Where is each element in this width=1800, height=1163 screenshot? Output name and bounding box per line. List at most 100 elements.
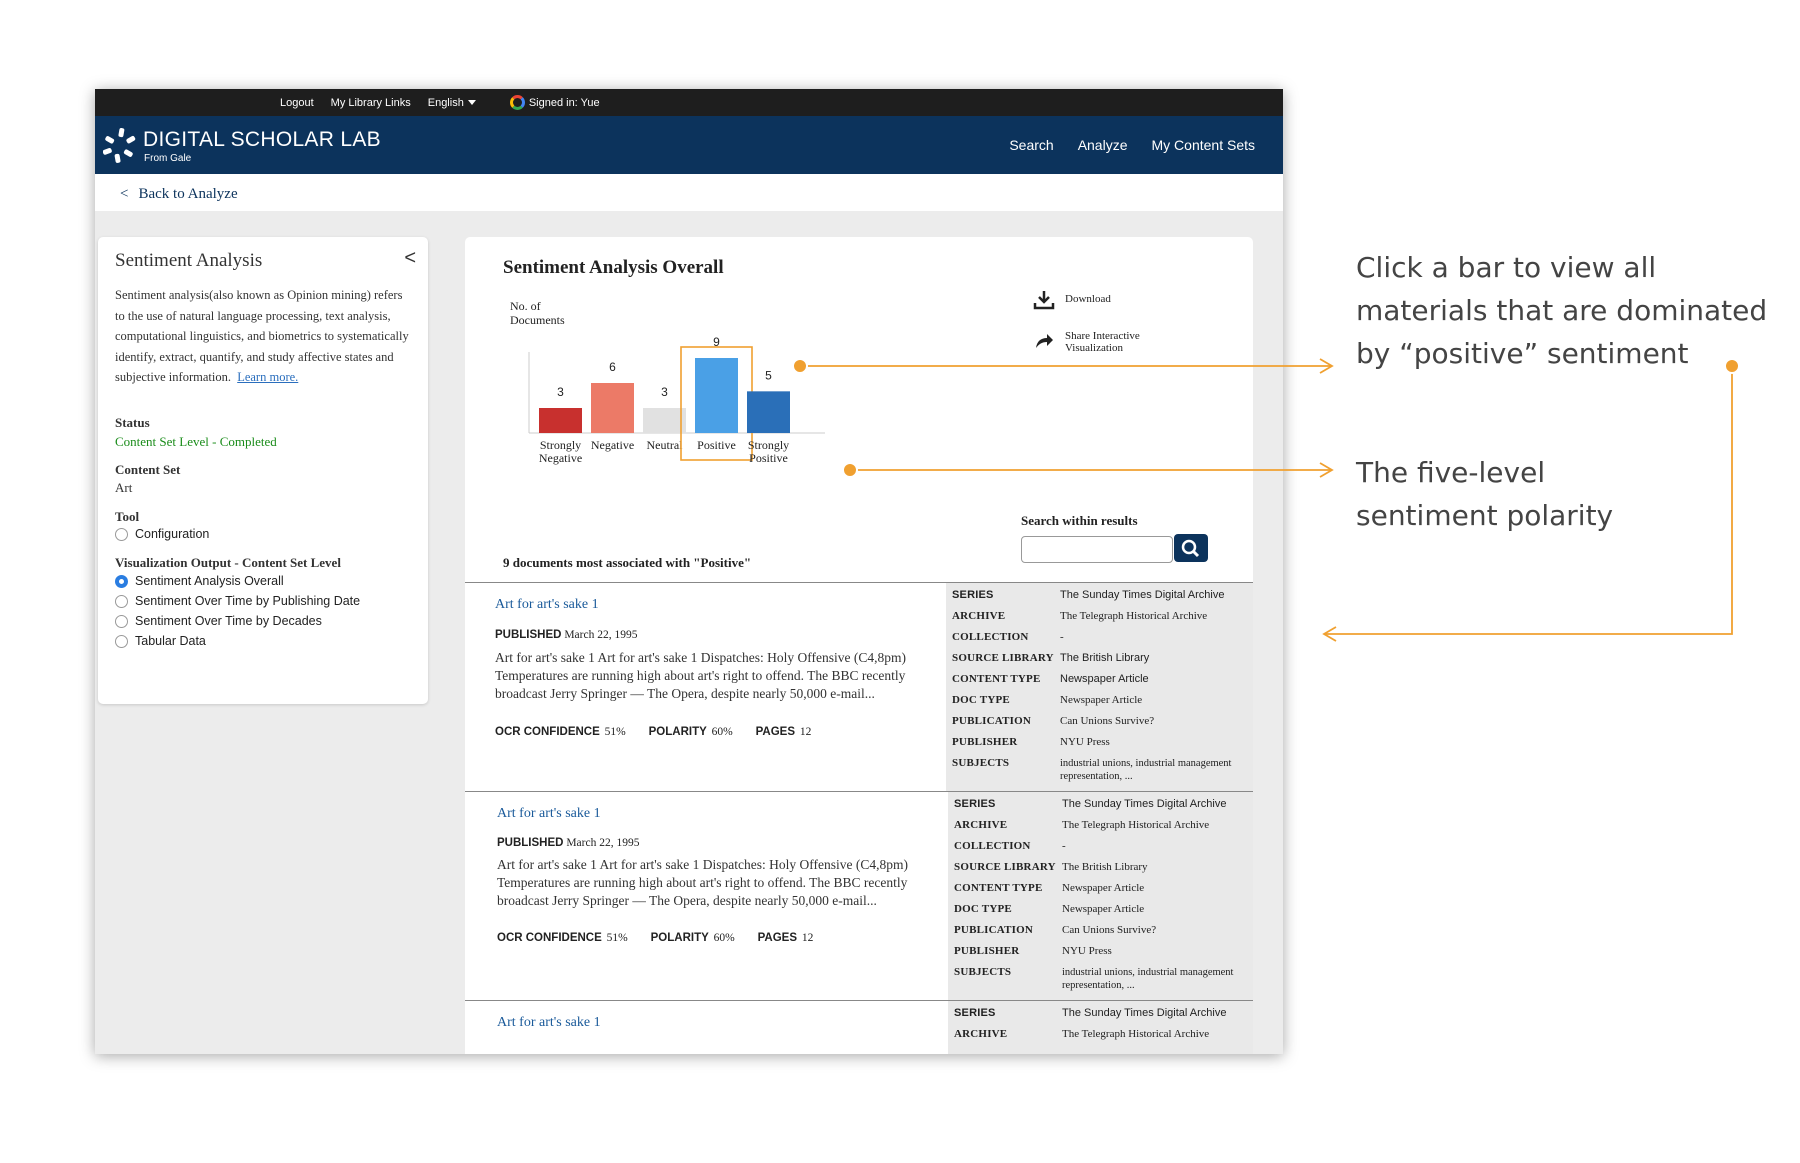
annotation-line: Click a bar to view all xyxy=(1356,251,1657,284)
radio-over-time-decades[interactable]: Sentiment Over Time by Decades xyxy=(115,614,322,628)
result-title-link[interactable]: Art for art's sake 1 xyxy=(495,597,599,613)
radio-configuration[interactable]: Configuration xyxy=(115,527,209,541)
annotation-line: by “positive” sentiment xyxy=(1356,337,1689,370)
published-line: PUBLISHED March 22, 1995 xyxy=(495,629,637,641)
y-axis-label: No. of xyxy=(510,299,541,313)
top-utility-bar: Logout My Library Links English Signed i… xyxy=(95,89,1283,116)
back-bar: < Back to Analyze xyxy=(95,174,1283,211)
bar-positive[interactable] xyxy=(695,358,738,433)
annotation-line: materials that are dominated xyxy=(1356,294,1768,327)
meta-value: The Sunday Times Digital Archive xyxy=(1062,1007,1227,1019)
app-title[interactable]: DIGITAL SCHOLAR LAB xyxy=(143,128,381,152)
language-select[interactable]: English xyxy=(428,97,493,109)
bar-value-label: 6 xyxy=(609,360,616,374)
radio-button xyxy=(115,634,128,648)
search-button[interactable] xyxy=(1174,534,1208,562)
share-label: Share Interactive Visualization xyxy=(1065,330,1140,354)
meta-value: NYU Press xyxy=(1060,736,1110,748)
published-line: PUBLISHED March 22, 1995 xyxy=(497,837,639,849)
meta-value: Newspaper Article xyxy=(1060,673,1149,685)
x-tick-label: Neutral xyxy=(647,438,684,452)
search-icon xyxy=(1181,539,1200,558)
sentiment-info-panel: Sentiment Analysis < Sentiment analysis(… xyxy=(98,237,428,704)
back-link-label: Back to Analyze xyxy=(138,186,238,202)
signed-in-label: Signed in: Yue xyxy=(528,96,600,109)
search-within-label: Search within results xyxy=(1021,513,1138,528)
bar-strongly-negative[interactable] xyxy=(539,408,582,433)
pages-label: PAGES xyxy=(757,932,798,944)
nav-search[interactable]: Search xyxy=(1009,137,1053,153)
pages-label: PAGES xyxy=(755,726,796,738)
ocr-value: 51% xyxy=(606,932,628,944)
caret-down-icon xyxy=(467,100,476,106)
collapse-panel-button[interactable]: < xyxy=(404,247,416,270)
nav-my-content-sets[interactable]: My Content Sets xyxy=(1152,137,1256,153)
meta-key: SERIES xyxy=(952,589,994,601)
panel-description: Sentiment analysis(also known as Opinion… xyxy=(115,285,415,388)
download-button[interactable]: Download xyxy=(1033,289,1111,311)
polarity-value: 60% xyxy=(713,932,735,944)
ocr-label: OCR CONFIDENCE xyxy=(497,932,602,944)
bar-negative[interactable] xyxy=(591,383,634,433)
meta-value: Can Unions Survive? xyxy=(1062,924,1157,936)
meta-series: SERIES The Sunday Times Digital Archive xyxy=(954,798,1242,811)
meta-doc-type: DOC TYPE Newspaper Article xyxy=(952,694,1240,707)
result-metrics: OCR CONFIDENCE 51% POLARITY 60% PAGES 12 xyxy=(497,932,813,944)
back-to-analyze-link[interactable]: < Back to Analyze xyxy=(120,186,238,203)
arrow-head-icon xyxy=(1319,358,1334,374)
meta-publication: PUBLICATION Can Unions Survive? xyxy=(952,715,1240,728)
meta-key: PUBLISHER xyxy=(952,736,1018,748)
meta-publisher: PUBLISHER NYU Press xyxy=(952,736,1240,749)
share-label-line1: Share Interactive xyxy=(1065,330,1140,342)
logout-link[interactable]: Logout xyxy=(280,97,314,109)
meta-value: NYU Press xyxy=(1062,945,1112,957)
learn-more-link[interactable]: Learn more. xyxy=(237,370,298,384)
viz-output-label: Visualization Output - Content Set Level xyxy=(115,555,341,570)
meta-archive: ARCHIVE The Telegraph Historical Archive xyxy=(954,1028,1242,1041)
bar-neutral[interactable] xyxy=(643,408,686,433)
pages-value: 12 xyxy=(799,726,812,738)
radio-button xyxy=(115,614,128,628)
meta-value: - xyxy=(1060,631,1064,643)
result-metadata: SERIES The Sunday Times Digital Archive A… xyxy=(948,792,1253,1001)
meta-collection: COLLECTION - xyxy=(954,840,1242,853)
radio-over-time-publishing[interactable]: Sentiment Over Time by Publishing Date xyxy=(115,594,360,608)
status-label: Status xyxy=(115,415,150,430)
meta-value: industrial unions, industrial management… xyxy=(1060,758,1232,782)
radio-button xyxy=(115,527,128,541)
result-title-link[interactable]: Art for art's sake 1 xyxy=(497,806,601,822)
result-snippet: Art for art's sake 1 Art for art's sake … xyxy=(497,857,909,908)
meta-key: SERIES xyxy=(954,798,996,810)
share-visualization-button[interactable]: Share Interactive Visualization xyxy=(1033,330,1140,354)
meta-key: CONTENT TYPE xyxy=(954,882,1043,894)
radio-button xyxy=(115,594,128,608)
result-title-link[interactable]: Art for art's sake 1 xyxy=(497,1015,601,1031)
meta-value: - xyxy=(1062,840,1066,852)
library-links-link[interactable]: My Library Links xyxy=(331,97,411,109)
search-within-input[interactable] xyxy=(1021,536,1173,563)
result-card: Art for art's sake 1 PUBLISHED March 22,… xyxy=(465,582,1253,792)
result-metadata: SERIES The Sunday Times Digital Archive A… xyxy=(946,583,1253,792)
nav-analyze[interactable]: Analyze xyxy=(1078,137,1128,153)
meta-value: The British Library xyxy=(1060,652,1150,664)
meta-key: ARCHIVE xyxy=(952,610,1006,622)
meta-key: COLLECTION xyxy=(954,840,1031,852)
meta-key: ARCHIVE xyxy=(954,1028,1008,1040)
bar-strongly-positive[interactable] xyxy=(747,391,790,433)
radio-tabular-data[interactable]: Tabular Data xyxy=(115,634,206,648)
annotation-line: sentiment polarity xyxy=(1356,499,1614,532)
google-icon xyxy=(509,95,525,110)
visualization-title: Sentiment Analysis Overall xyxy=(503,257,724,278)
meta-key: SUBJECTS xyxy=(952,757,1010,769)
download-icon xyxy=(1033,291,1055,310)
annotation-click-bar: Click a bar to view all materials that a… xyxy=(1356,246,1767,375)
ocr-value: 51% xyxy=(604,726,626,738)
x-tick-label: Negative xyxy=(591,438,634,452)
radio-label: Sentiment Analysis Overall xyxy=(135,574,284,588)
meta-key: ARCHIVE xyxy=(954,819,1008,831)
x-tick-label: Positive xyxy=(697,438,736,452)
meta-key: SOURCE LIBRARY xyxy=(952,652,1054,664)
meta-key: CONTENT TYPE xyxy=(952,673,1041,685)
radio-sentiment-overall[interactable]: Sentiment Analysis Overall xyxy=(115,574,284,588)
radio-label: Sentiment Over Time by Decades xyxy=(135,614,322,628)
